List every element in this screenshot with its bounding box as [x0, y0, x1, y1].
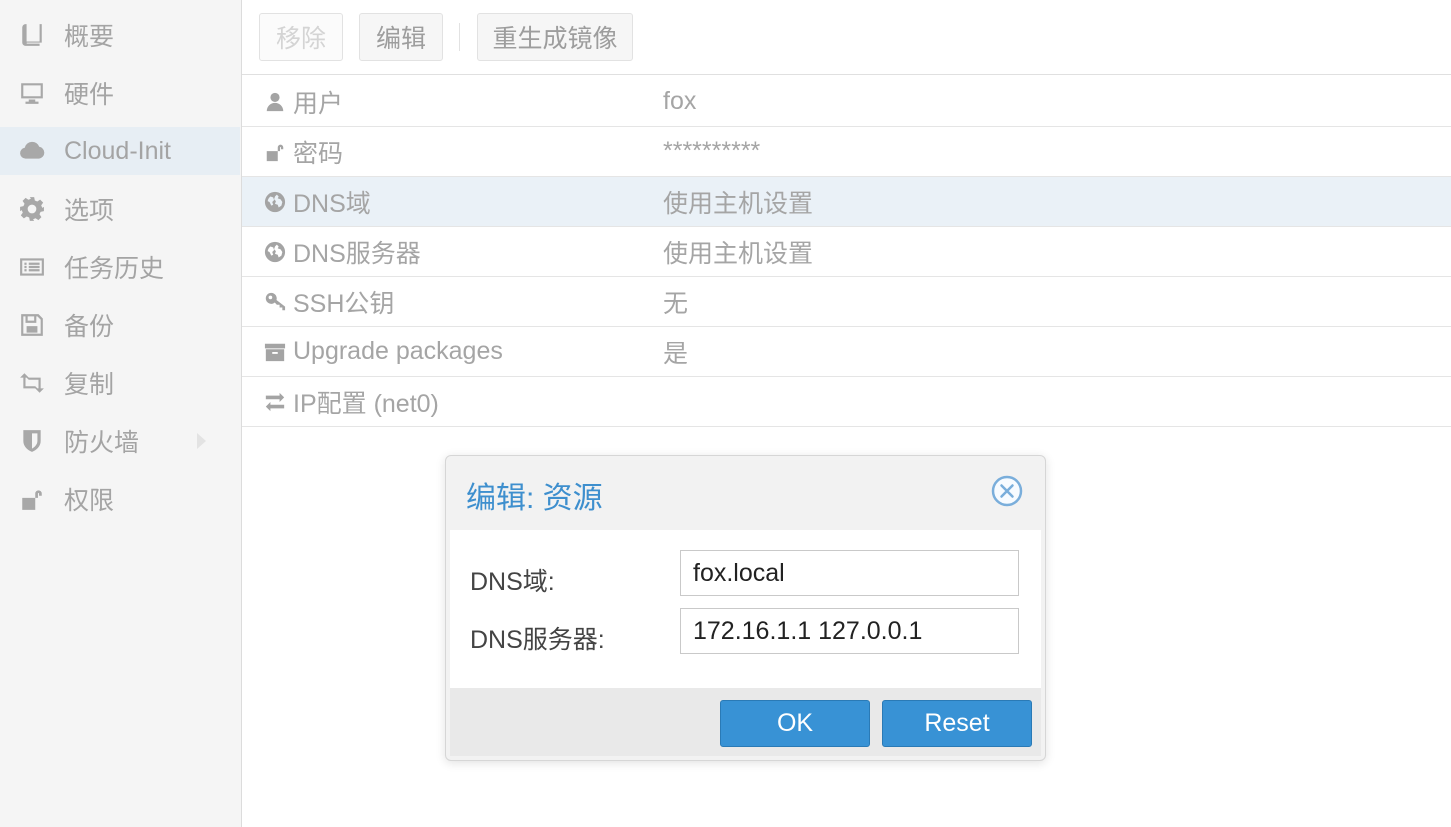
key-icon: [263, 290, 287, 314]
chevron-right-icon[interactable]: [197, 433, 206, 449]
sidebar-item-backup[interactable]: 备份: [0, 301, 240, 349]
row-value: fox: [663, 87, 697, 115]
toolbar: 移除 编辑 重生成镜像: [242, 0, 1451, 75]
table-row-ssh-key[interactable]: SSH公钥 无: [242, 277, 1451, 327]
unlock-icon: [0, 486, 64, 512]
dialog-title: 编辑: 资源: [466, 482, 603, 515]
row-key: DNS域: [293, 189, 371, 218]
floppy-icon: [0, 312, 64, 338]
row-key: IP配置 (net0): [293, 389, 439, 418]
sidebar-item-label: Cloud-Init: [64, 136, 171, 165]
sidebar-item-firewall[interactable]: 防火墙: [0, 417, 240, 465]
reset-button[interactable]: Reset: [882, 700, 1032, 747]
row-key: Upgrade packages: [293, 337, 503, 365]
sidebar-item-label: 硬件: [64, 81, 115, 109]
sidebar-item-cloud-init[interactable]: Cloud-Init: [0, 127, 240, 175]
sidebar-item-replication[interactable]: 复制: [0, 359, 240, 407]
table-row-user[interactable]: 用户 fox: [242, 77, 1451, 127]
dialog-body: DNS域: DNS服务器:: [450, 530, 1041, 688]
cloud-icon: [0, 138, 64, 164]
sidebar-item-label: 备份: [64, 313, 115, 341]
edit-dialog: 编辑: 资源 DNS域: DNS服务器: OK Reset: [445, 455, 1046, 761]
row-value: 无: [663, 289, 689, 318]
sidebar-item-label: 权限: [64, 487, 115, 515]
table-row-dns-servers[interactable]: DNS服务器 使用主机设置: [242, 227, 1451, 277]
sidebar-item-label: 防火墙: [64, 429, 140, 457]
row-value: **********: [663, 137, 761, 165]
sidebar-item-summary[interactable]: 概要: [0, 11, 240, 59]
dns-domain-label: DNS域:: [470, 568, 555, 596]
sidebar-item-permissions[interactable]: 权限: [0, 475, 240, 523]
table-row-upgrade-packages[interactable]: Upgrade packages 是: [242, 327, 1451, 377]
table-row-password[interactable]: 密码 **********: [242, 127, 1451, 177]
gear-icon: [0, 196, 64, 222]
sidebar-item-label: 任务历史: [64, 255, 165, 283]
row-key: SSH公钥: [293, 289, 395, 318]
dns-servers-field[interactable]: [680, 608, 1019, 654]
remove-button[interactable]: 移除: [259, 13, 343, 61]
retweet-icon: [0, 370, 64, 396]
regenerate-image-button[interactable]: 重生成镜像: [477, 13, 633, 61]
archive-icon: [263, 340, 287, 364]
exchange-icon: [263, 390, 287, 414]
globe-icon: [263, 240, 287, 264]
list-icon: [0, 254, 64, 280]
row-value: 使用主机设置: [663, 239, 814, 268]
book-icon: [0, 22, 64, 48]
monitor-icon: [0, 80, 64, 106]
row-key: 用户: [293, 89, 344, 118]
sidebar-item-task-history[interactable]: 任务历史: [0, 243, 240, 291]
sidebar-item-hardware[interactable]: 硬件: [0, 69, 240, 117]
dns-servers-label: DNS服务器:: [470, 626, 605, 654]
sidebar-item-label: 复制: [64, 371, 115, 399]
sidebar: 概要 硬件 Cloud-Init 选项 任务历史 备份 复制 防火墙 权限: [0, 0, 242, 827]
row-key: DNS服务器: [293, 239, 421, 268]
edit-button[interactable]: 编辑: [359, 13, 443, 61]
shield-icon: [0, 428, 64, 454]
sidebar-item-options[interactable]: 选项: [0, 185, 240, 233]
close-icon[interactable]: [991, 475, 1023, 507]
row-value: 是: [663, 339, 689, 368]
sidebar-item-label: 选项: [64, 197, 115, 225]
dns-domain-field[interactable]: [680, 550, 1019, 596]
row-value: 使用主机设置: [663, 189, 814, 218]
toolbar-separator: [459, 23, 460, 51]
ok-button[interactable]: OK: [720, 700, 870, 747]
table-row-dns-domain[interactable]: DNS域 使用主机设置: [242, 177, 1451, 227]
sidebar-item-label: 概要: [64, 23, 115, 51]
globe-icon: [263, 190, 287, 214]
table-row-ip-config[interactable]: IP配置 (net0): [242, 377, 1451, 427]
dialog-footer: OK Reset: [450, 688, 1041, 756]
row-key: 密码: [293, 139, 344, 168]
user-icon: [263, 90, 287, 114]
unlock-icon: [263, 140, 287, 164]
